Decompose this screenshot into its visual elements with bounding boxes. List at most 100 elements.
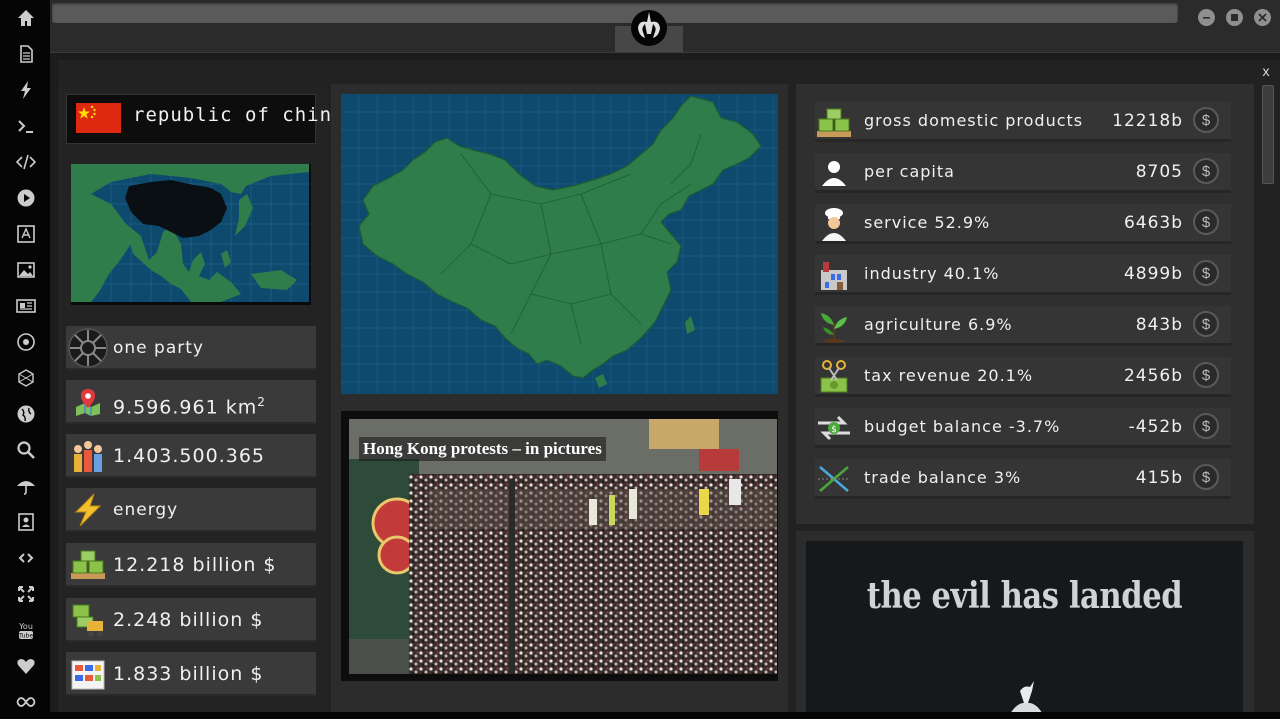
asia-minimap[interactable] bbox=[71, 164, 311, 305]
umbrella-icon[interactable] bbox=[13, 475, 39, 497]
link-icon[interactable] bbox=[13, 547, 39, 569]
news-headline[interactable]: Hong Kong protests – in pictures bbox=[359, 437, 606, 461]
econ-row-agriculture[interactable]: agriculture 6.9% 843b $ bbox=[815, 306, 1231, 346]
dollar-coin-icon[interactable]: $ bbox=[1193, 107, 1219, 133]
econ-label: budget balance -3.7% bbox=[864, 417, 1061, 436]
econ-row-service[interactable]: service 52.9% 6463b $ bbox=[815, 204, 1231, 244]
svg-text:You: You bbox=[18, 622, 33, 631]
econ-row-per-capita[interactable]: per capita 8705 $ bbox=[815, 153, 1231, 193]
plant-sprout-icon bbox=[815, 308, 853, 344]
econ-row-trade-balance[interactable]: trade balance 3% 415b $ bbox=[815, 459, 1231, 499]
country-name: republic of china bbox=[133, 104, 345, 126]
econ-value: 2456b bbox=[1123, 366, 1183, 386]
china-map[interactable] bbox=[341, 94, 778, 394]
minimize-button[interactable] bbox=[1198, 9, 1215, 26]
ad-artwork bbox=[909, 681, 1146, 719]
gdp-value: 12.218 billion $ bbox=[113, 554, 277, 576]
econ-row-tax-revenue[interactable]: tax revenue 20.1% 2456b $ bbox=[815, 357, 1231, 397]
government-type: one party bbox=[113, 338, 204, 358]
newspaper-icon[interactable] bbox=[13, 295, 39, 317]
search-icon[interactable] bbox=[13, 439, 39, 461]
population-icon bbox=[68, 436, 108, 476]
econ-label: service 52.9% bbox=[864, 213, 991, 232]
trade-cross-icon bbox=[815, 461, 853, 497]
import-boxes-icon bbox=[68, 654, 108, 694]
econ-label: gross domestic products bbox=[864, 111, 1084, 130]
contacts-icon[interactable] bbox=[13, 511, 39, 533]
svg-text:Tube: Tube bbox=[18, 633, 33, 640]
ad-title: the evil has landed bbox=[866, 575, 1183, 617]
energy-card[interactable]: energy bbox=[66, 488, 316, 532]
tax-scissors-icon bbox=[815, 359, 853, 395]
dollar-coin-icon[interactable]: $ bbox=[1193, 413, 1219, 439]
panel-close-button[interactable]: x bbox=[1258, 63, 1274, 79]
money-stack-icon bbox=[68, 545, 108, 585]
dollar-coin-icon[interactable]: $ bbox=[1193, 209, 1219, 235]
dollar-coin-icon[interactable]: $ bbox=[1193, 464, 1219, 490]
econ-label: trade balance 3% bbox=[864, 468, 1022, 487]
imperial-emblem-icon bbox=[68, 328, 108, 368]
document-icon[interactable] bbox=[13, 43, 39, 65]
heart-icon[interactable] bbox=[13, 655, 39, 677]
globe-icon[interactable] bbox=[13, 403, 39, 425]
econ-value: -452b bbox=[1128, 417, 1183, 437]
terminal-icon[interactable] bbox=[13, 115, 39, 137]
econ-label: agriculture 6.9% bbox=[864, 315, 1013, 334]
econ-label: industry 40.1% bbox=[864, 264, 1000, 283]
budget-arrows-icon: $ bbox=[815, 410, 853, 446]
imports-value: 1.833 billion $ bbox=[113, 663, 264, 685]
dollar-coin-icon[interactable]: $ bbox=[1193, 260, 1219, 286]
chef-icon bbox=[815, 206, 853, 242]
home-icon[interactable] bbox=[13, 7, 39, 29]
econ-value: 4899b bbox=[1123, 264, 1183, 284]
econ-row-gdp[interactable]: gross domestic products 12218b $ bbox=[815, 102, 1231, 142]
maximize-button[interactable] bbox=[1226, 9, 1243, 26]
econ-value: 12218b bbox=[1112, 111, 1183, 131]
money-stack-icon bbox=[815, 104, 853, 140]
gdp-card[interactable]: 12.218 billion $ bbox=[66, 543, 316, 587]
dollar-coin-icon[interactable]: $ bbox=[1193, 311, 1219, 337]
factory-icon bbox=[815, 257, 853, 293]
economy-column bbox=[796, 84, 1254, 524]
scrollbar[interactable] bbox=[1262, 85, 1274, 184]
econ-value: 843b bbox=[1135, 315, 1183, 335]
export-forklift-icon bbox=[68, 600, 108, 640]
exports-card[interactable]: 2.248 billion $ bbox=[66, 598, 316, 642]
dollar-coin-icon[interactable]: $ bbox=[1193, 158, 1219, 184]
dollar-coin-icon[interactable]: $ bbox=[1193, 362, 1219, 388]
network-icon[interactable] bbox=[13, 367, 39, 389]
econ-row-industry[interactable]: industry 40.1% 4899b $ bbox=[815, 255, 1231, 295]
translate-icon[interactable] bbox=[13, 223, 39, 245]
expand-icon[interactable] bbox=[13, 583, 39, 605]
youtube-icon[interactable]: You Tube bbox=[13, 619, 39, 641]
population-value: 1.403.500.365 bbox=[113, 445, 266, 467]
econ-value: 415b bbox=[1135, 468, 1183, 488]
person-icon bbox=[815, 155, 853, 191]
econ-label: tax revenue 20.1% bbox=[864, 366, 1034, 385]
energy-label: energy bbox=[113, 500, 179, 520]
play-icon[interactable] bbox=[13, 187, 39, 209]
econ-value: 8705 bbox=[1135, 162, 1183, 182]
window-close-button[interactable] bbox=[1254, 9, 1271, 26]
lightning-icon[interactable] bbox=[13, 79, 39, 101]
ad-banner[interactable]: the evil has landed bbox=[806, 541, 1243, 719]
exports-value: 2.248 billion $ bbox=[113, 609, 264, 631]
econ-row-budget-balance[interactable]: $ budget balance -3.7% -452b $ bbox=[815, 408, 1231, 448]
area-card[interactable]: 9.596.961 km2 bbox=[66, 380, 316, 424]
address-bar[interactable] bbox=[52, 3, 1178, 23]
bottom-bar bbox=[50, 712, 1280, 719]
government-card[interactable]: one party bbox=[66, 326, 316, 370]
code-icon[interactable] bbox=[13, 151, 39, 173]
rebel-emblem-icon[interactable] bbox=[13, 331, 39, 353]
left-icon-rail: You Tube bbox=[0, 0, 50, 719]
rebel-alliance-logo-icon bbox=[629, 8, 669, 48]
china-flag-icon bbox=[76, 103, 121, 133]
econ-value: 6463b bbox=[1123, 213, 1183, 233]
image-icon[interactable] bbox=[13, 259, 39, 281]
energy-bolt-icon bbox=[68, 490, 108, 530]
population-card[interactable]: 1.403.500.365 bbox=[66, 434, 316, 478]
area-map-pin-icon bbox=[68, 382, 108, 422]
svg-text:$: $ bbox=[831, 425, 837, 435]
infinity-icon[interactable] bbox=[13, 691, 39, 713]
imports-card[interactable]: 1.833 billion $ bbox=[66, 652, 316, 696]
